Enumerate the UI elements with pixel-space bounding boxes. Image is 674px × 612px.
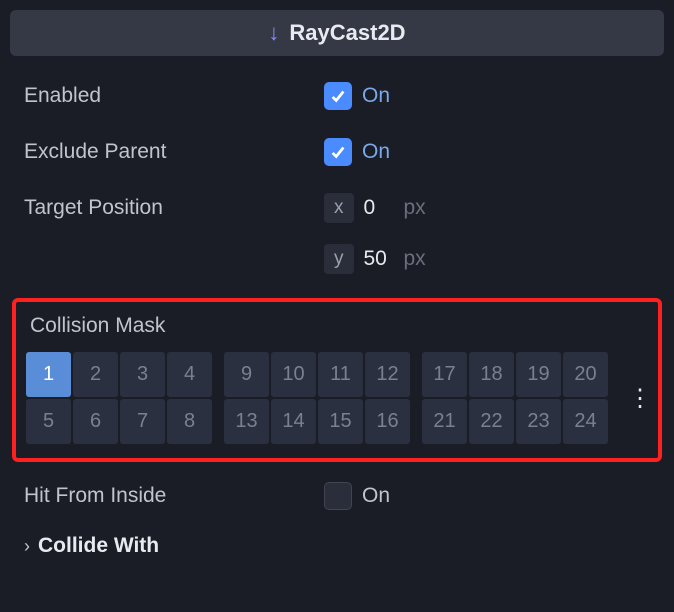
axis-y-value[interactable]: 50	[364, 247, 394, 271]
mask-group: 1234 5678	[26, 352, 212, 444]
node-title: RayCast2D	[289, 20, 405, 46]
enabled-on-label: On	[362, 84, 390, 108]
axis-x-unit: px	[404, 196, 426, 220]
mask-layer-11[interactable]: 11	[318, 352, 363, 397]
mask-layer-20[interactable]: 20	[563, 352, 608, 397]
mask-layer-1[interactable]: 1	[26, 352, 71, 397]
collision-mask-highlight: Collision Mask 1234567891011121314151617…	[12, 298, 662, 462]
mask-layer-2[interactable]: 2	[73, 352, 118, 397]
target-position-label: Target Position	[24, 196, 324, 220]
property-target-position-x: Target Position x 0 px	[10, 180, 664, 236]
mask-group: 17181920 21222324	[422, 352, 608, 444]
mask-layer-13[interactable]: 13	[224, 399, 269, 444]
mask-layer-19[interactable]: 19	[516, 352, 561, 397]
mask-layer-17[interactable]: 17	[422, 352, 467, 397]
mask-layer-14[interactable]: 14	[271, 399, 316, 444]
enabled-checkbox[interactable]	[324, 82, 352, 110]
mask-layer-4[interactable]: 4	[167, 352, 212, 397]
mask-layer-9[interactable]: 9	[224, 352, 269, 397]
hit-from-inside-label: Hit From Inside	[24, 484, 324, 508]
mask-layer-12[interactable]: 12	[365, 352, 410, 397]
collide-with-label: Collide With	[38, 534, 159, 558]
mask-layer-24[interactable]: 24	[563, 399, 608, 444]
mask-layer-16[interactable]: 16	[365, 399, 410, 444]
property-hit-from-inside: Hit From Inside On	[10, 468, 664, 524]
hit-from-inside-checkbox[interactable]	[324, 482, 352, 510]
mask-layer-5[interactable]: 5	[26, 399, 71, 444]
mask-layer-23[interactable]: 23	[516, 399, 561, 444]
collide-with-section[interactable]: › Collide With	[10, 524, 664, 568]
mask-layer-3[interactable]: 3	[120, 352, 165, 397]
check-icon	[329, 143, 347, 161]
property-exclude-parent: Exclude Parent On	[10, 124, 664, 180]
mask-layer-21[interactable]: 21	[422, 399, 467, 444]
exclude-parent-checkbox[interactable]	[324, 138, 352, 166]
mask-layer-10[interactable]: 10	[271, 352, 316, 397]
axis-y-unit: px	[404, 247, 426, 271]
mask-layer-8[interactable]: 8	[167, 399, 212, 444]
mask-layer-6[interactable]: 6	[73, 399, 118, 444]
collision-mask-grid: 123456789101112131415161718192021222324	[26, 352, 608, 444]
property-target-position-y: y 50 px	[10, 236, 664, 292]
node-header[interactable]: ↓ RayCast2D	[10, 10, 664, 56]
chevron-right-icon: ›	[24, 536, 30, 557]
property-enabled: Enabled On	[10, 68, 664, 124]
axis-x-badge: x	[324, 193, 354, 223]
exclude-parent-on-label: On	[362, 140, 390, 164]
kebab-menu-icon[interactable]: ⋮	[622, 384, 658, 413]
axis-y-badge: y	[324, 244, 354, 274]
arrow-down-icon: ↓	[268, 20, 279, 46]
mask-layer-15[interactable]: 15	[318, 399, 363, 444]
hit-from-inside-on-label: On	[362, 484, 390, 508]
mask-layer-7[interactable]: 7	[120, 399, 165, 444]
axis-x-value[interactable]: 0	[364, 196, 394, 220]
inspector-panel: ↓ RayCast2D Enabled On Exclude Parent On…	[0, 0, 674, 578]
enabled-label: Enabled	[24, 84, 324, 108]
mask-group: 9101112 13141516	[224, 352, 410, 444]
mask-layer-18[interactable]: 18	[469, 352, 514, 397]
collision-mask-label: Collision Mask	[26, 314, 648, 338]
check-icon	[329, 87, 347, 105]
mask-layer-22[interactable]: 22	[469, 399, 514, 444]
exclude-parent-label: Exclude Parent	[24, 140, 324, 164]
